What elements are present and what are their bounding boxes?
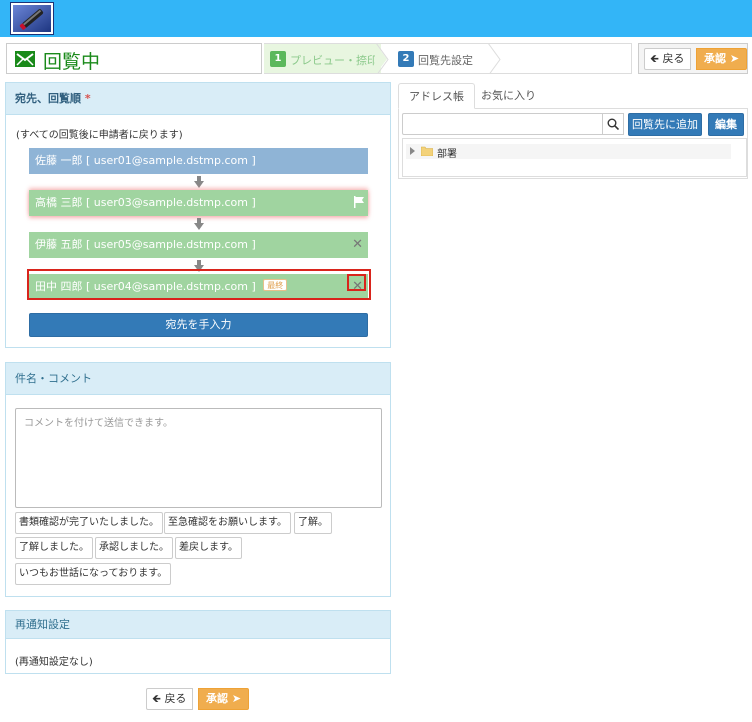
approve-label: 承認 [206, 692, 228, 705]
step-indicator: 1 プレビュー・捺印 2 回覧先設定 [264, 43, 632, 74]
add-recipient-button[interactable]: 回覧先に追加 [628, 113, 702, 136]
close-icon[interactable]: ✕ [352, 232, 363, 258]
route-panel-heading: 宛先、回覧順 * [6, 83, 390, 115]
step-preview: 1 プレビュー・捺印 [264, 44, 381, 73]
step-label: プレビュー・捺印 [290, 54, 378, 67]
search-button[interactable] [602, 113, 624, 135]
app-logo-icon[interactable] [11, 3, 53, 34]
phrase-button[interactable]: 承認しました。 [95, 537, 173, 559]
step-number-current: 2 [398, 51, 414, 67]
phrase-button[interactable]: 至急確認をお願いします。 [164, 512, 291, 534]
remove-highlight [347, 274, 366, 291]
manual-input-button[interactable]: 宛先を手入力 [29, 313, 368, 337]
department-tree: 部署 [402, 138, 747, 177]
edit-button[interactable]: 編集 [708, 113, 744, 136]
footer-approve-button[interactable]: 承認 ➤ [198, 688, 250, 710]
arrow-left-icon: 🡸 [650, 52, 659, 65]
back-label: 戻る [164, 692, 187, 705]
selection-highlight [27, 269, 371, 300]
tree-item-department[interactable]: 部署 [406, 144, 731, 160]
comment-panel-heading: 件名・コメント [6, 363, 390, 395]
back-button[interactable]: 🡸 戻る [644, 48, 692, 70]
recipient-name: 佐藤 一郎 [ user01@sample.dstmp.com ] [35, 154, 256, 167]
route-hint: (すべての回覧後に申請者に戻ります) [16, 130, 183, 141]
top-bar [0, 0, 752, 37]
folder-icon [421, 146, 433, 156]
required-mark: * [84, 92, 91, 105]
approve-button[interactable]: 承認 ➤ [696, 48, 748, 70]
tab-address-book[interactable]: アドレス帳 [398, 83, 475, 109]
comment-textarea[interactable]: コメントを付けて送信できます。 [15, 408, 382, 508]
step-label-current: 回覧先設定 [418, 54, 473, 67]
footer-back-button[interactable]: 🡸 戻る [146, 688, 194, 710]
phrase-button[interactable]: 了解しました。 [15, 537, 93, 559]
recipient-row[interactable]: 佐藤 一郎 [ user01@sample.dstmp.com ] [29, 148, 368, 174]
recipient-name: 高橋 三郎 [ user03@sample.dstmp.com ] [35, 196, 256, 209]
search-icon [607, 118, 619, 130]
arrow-down-icon [194, 218, 204, 230]
phrase-button[interactable]: 了解。 [294, 512, 332, 534]
step-number: 1 [270, 51, 286, 67]
recipient-row[interactable]: 高橋 三郎 [ user03@sample.dstmp.com ] [29, 190, 368, 216]
route-panel-title: 宛先、回覧順 [15, 92, 81, 105]
notice-panel: 再通知設定 (再通知設定なし) [5, 610, 391, 674]
back-label: 戻る [662, 52, 685, 65]
arrow-left-icon: 🡸 [152, 692, 161, 705]
mail-icon [15, 51, 35, 67]
approve-label: 承認 [704, 52, 726, 65]
page-header: 回覧中 1 プレビュー・捺印 2 回覧先設定 🡸 戻る 承認 ➤ [6, 43, 748, 75]
step-separator-icon [376, 44, 389, 73]
phrase-button[interactable]: 差戻します。 [175, 537, 242, 559]
search-input[interactable] [402, 113, 603, 135]
flag-icon [354, 196, 364, 208]
arrow-down-icon [194, 176, 204, 188]
recipient-name: 伊藤 五郎 [ user05@sample.dstmp.com ] [35, 238, 256, 251]
phrase-button[interactable]: 書類確認が完了いたしました。 [15, 512, 163, 534]
route-panel: 宛先、回覧順 * (すべての回覧後に申請者に戻ります) 佐藤 一郎 [ user… [5, 82, 391, 348]
tab-favorites[interactable]: お気に入り [471, 83, 546, 109]
send-icon: ➤ [729, 52, 740, 65]
step-separator-icon [488, 44, 501, 73]
notice-body: (再通知設定なし) [15, 657, 93, 668]
recipient-row[interactable]: 伊藤 五郎 [ user05@sample.dstmp.com ] ✕ [29, 232, 368, 258]
title-box: 回覧中 [6, 43, 262, 74]
send-icon: ➤ [231, 692, 242, 705]
phrase-button[interactable]: いつもお世話になっております。 [15, 563, 172, 585]
page-title: 回覧中 [43, 51, 101, 73]
comment-panel: 件名・コメント コメントを付けて送信できます。 書類確認が完了いたしました。 至… [5, 362, 391, 597]
footer-actions: 🡸 戻る 承認 ➤ [146, 688, 250, 712]
tree-label: 部署 [437, 149, 457, 160]
address-book-panel: 回覧先に追加 編集 部署 [398, 109, 748, 179]
header-actions: 🡸 戻る 承認 ➤ [638, 43, 748, 74]
caret-right-icon[interactable] [410, 147, 415, 155]
notice-panel-heading: 再通知設定 [6, 611, 390, 639]
comment-placeholder: コメントを付けて送信できます。 [24, 418, 173, 429]
address-tabs: アドレス帳 お気に入り [398, 83, 748, 109]
